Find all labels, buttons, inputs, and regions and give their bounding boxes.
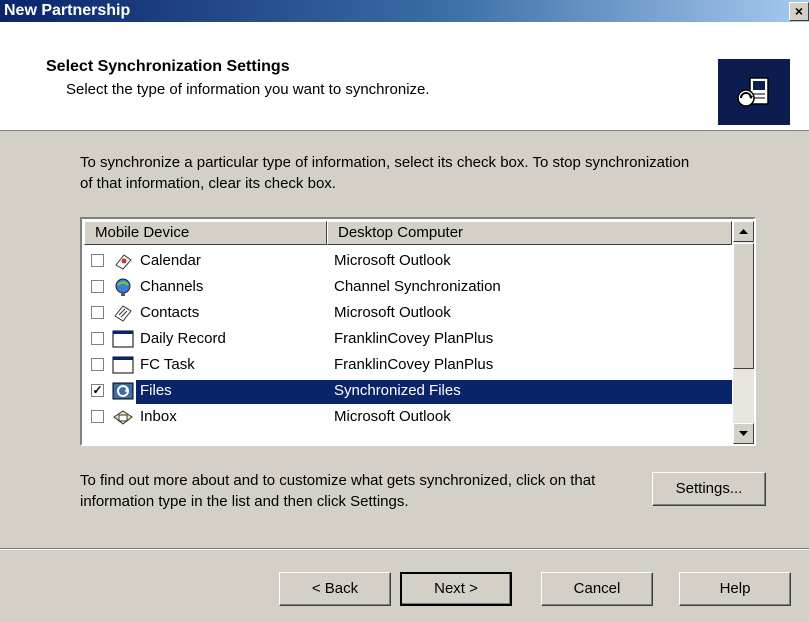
checkbox-daily-record[interactable] (91, 332, 104, 345)
checkbox-inbox[interactable] (91, 410, 104, 423)
item-name: Daily Record (140, 330, 226, 347)
sync-pda-computer-icon (718, 59, 790, 125)
wizard-header: Select Synchronization Settings Select t… (0, 22, 809, 131)
title-bar: New Partnership × (0, 0, 809, 22)
settings-button[interactable]: Settings... (652, 472, 766, 506)
item-name: Files (140, 382, 172, 399)
item-name: Channels (140, 278, 204, 295)
item-desktop-app: Microsoft Outlook (334, 304, 451, 321)
window-icon (112, 330, 134, 348)
column-header-mobile-device[interactable]: Mobile Device (84, 221, 327, 245)
cancel-button[interactable]: Cancel (541, 572, 653, 606)
list-item-inbox[interactable]: Inbox Microsoft Outlook (82, 405, 734, 431)
checkbox-channels[interactable] (91, 280, 104, 293)
scroll-up-button[interactable] (733, 221, 754, 242)
window-icon (112, 356, 134, 374)
list-item-contacts[interactable]: Contacts Microsoft Outlook (82, 301, 734, 327)
list-item-calendar[interactable]: Calendar Microsoft Outlook (82, 249, 734, 275)
arrow-down-icon (739, 431, 748, 436)
inbox-icon (113, 410, 133, 425)
item-desktop-app: Microsoft Outlook (334, 252, 451, 269)
item-desktop-app: Synchronized Files (334, 382, 461, 399)
channels-icon (115, 278, 131, 296)
item-desktop-app: FranklinCovey PlanPlus (334, 356, 494, 373)
item-desktop-app: FranklinCovey PlanPlus (334, 330, 494, 347)
help-button[interactable]: Help (679, 572, 791, 606)
item-name: Contacts (140, 304, 200, 321)
list-item-files[interactable]: ✓ Files Synchronized Files (82, 379, 734, 405)
instructions-text: To synchronize a particular type of info… (80, 154, 690, 192)
settings-help-text: To find out more about and to customize … (80, 472, 596, 510)
checkbox-calendar[interactable] (91, 254, 104, 267)
item-desktop-app: Channel Synchronization (334, 278, 501, 295)
sync-types-list[interactable]: Mobile Device Desktop Computer Calendar … (80, 217, 756, 446)
calendar-icon (115, 254, 132, 270)
column-header-desktop-computer[interactable]: Desktop Computer (327, 221, 732, 245)
divider-highlight (0, 549, 809, 550)
page-title: Select Synchronization Settings (46, 58, 290, 75)
scroll-thumb[interactable] (733, 243, 754, 369)
list-item-channels[interactable]: Channels Channel Synchronization (82, 275, 734, 301)
vertical-scrollbar[interactable] (733, 221, 754, 444)
item-desktop-app: Microsoft Outlook (334, 408, 451, 425)
checkbox-fc-task[interactable] (91, 358, 104, 371)
back-button[interactable]: < Back (279, 572, 391, 606)
files-sync-icon (112, 382, 134, 400)
list-item-fc-task[interactable]: FC Task FranklinCovey PlanPlus (82, 353, 734, 379)
item-name: Calendar (140, 252, 201, 269)
checkbox-files[interactable]: ✓ (91, 384, 104, 397)
window-title: New Partnership (4, 2, 131, 19)
arrow-up-icon (739, 229, 748, 234)
close-button[interactable]: × (789, 2, 809, 21)
contacts-icon (114, 305, 132, 322)
item-name: FC Task (140, 356, 195, 373)
page-subtitle: Select the type of information you want … (66, 81, 430, 98)
checkbox-contacts[interactable] (91, 306, 104, 319)
next-button[interactable]: Next > (400, 572, 512, 606)
list-item-daily-record[interactable]: Daily Record FranklinCovey PlanPlus (82, 327, 734, 353)
scroll-down-button[interactable] (733, 423, 754, 444)
item-name: Inbox (140, 408, 177, 425)
